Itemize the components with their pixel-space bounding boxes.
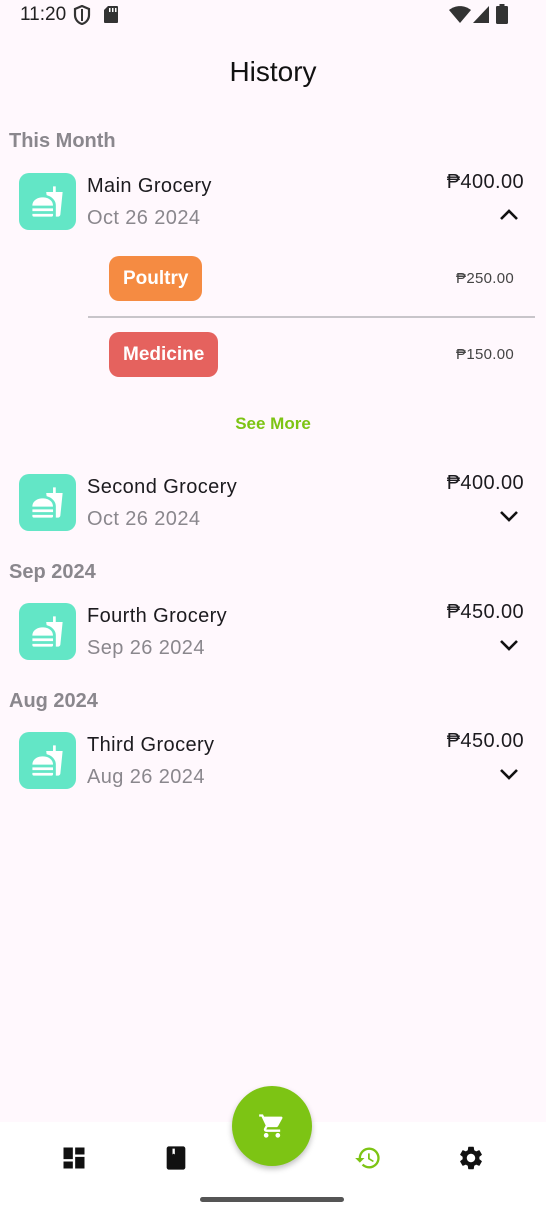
- item-price: ₱250.00: [456, 270, 514, 287]
- food-icon: [19, 173, 76, 230]
- category-chip-poultry: Poultry: [109, 256, 203, 301]
- dashboard-icon[interactable]: [60, 1144, 88, 1172]
- food-icon: [19, 474, 76, 531]
- entry-amount: ₱400.00: [446, 171, 524, 193]
- history-entry[interactable]: Second Grocery Oct 26 2024 ₱400.00: [0, 472, 546, 544]
- category-chip-medicine: Medicine: [109, 332, 219, 377]
- page-title: History: [229, 56, 317, 87]
- history-entry[interactable]: Fourth Grocery Sep 26 2024 ₱450.00: [0, 601, 546, 673]
- entry-name: Fourth Grocery: [87, 605, 228, 627]
- list-item: Medicine ₱150.00: [109, 332, 519, 378]
- entry-amount: ₱400.00: [446, 472, 524, 494]
- divider: [88, 316, 535, 318]
- wifi-icon: [449, 6, 471, 23]
- entry-amount: ₱450.00: [446, 730, 524, 752]
- entry-date: Oct 26 2024: [87, 207, 201, 229]
- shield-icon: [73, 5, 91, 25]
- item-price: ₱150.00: [456, 346, 514, 363]
- section-header-aug-2024: Aug 2024: [9, 690, 98, 712]
- entry-date: Sep 26 2024: [87, 637, 205, 659]
- entry-name: Third Grocery: [87, 734, 215, 756]
- history-screen: 11:20 History This Month Main Grocery Oc…: [0, 0, 546, 1212]
- section-header-this-month: This Month: [9, 130, 116, 152]
- entry-date: Oct 26 2024: [87, 508, 201, 530]
- sd-card-icon: [104, 6, 118, 23]
- entry-date: Aug 26 2024: [87, 766, 205, 788]
- home-indicator[interactable]: [200, 1197, 344, 1202]
- section-header-sep-2024: Sep 2024: [9, 561, 96, 583]
- cart-button[interactable]: [232, 1086, 312, 1166]
- settings-icon[interactable]: [457, 1144, 485, 1172]
- chevron-down-icon[interactable]: [498, 766, 520, 782]
- history-entry[interactable]: Third Grocery Aug 26 2024 ₱450.00: [0, 730, 546, 802]
- list-item: Poultry ₱250.00: [109, 256, 519, 302]
- entry-name: Second Grocery: [87, 476, 238, 498]
- chevron-down-icon[interactable]: [498, 508, 520, 524]
- status-time: 11:20: [20, 4, 67, 25]
- chevron-down-icon[interactable]: [498, 637, 520, 653]
- food-icon: [19, 732, 76, 789]
- history-icon[interactable]: [354, 1144, 382, 1172]
- battery-icon: [496, 4, 508, 24]
- book-icon[interactable]: [162, 1144, 190, 1172]
- signal-icon: [473, 6, 489, 23]
- food-icon: [19, 603, 76, 660]
- chevron-up-icon[interactable]: [498, 207, 520, 223]
- entry-name: Main Grocery: [87, 175, 212, 197]
- see-more-button[interactable]: See More: [0, 414, 546, 434]
- history-entry[interactable]: Main Grocery Oct 26 2024 ₱400.00: [0, 171, 546, 243]
- status-bar: 11:20: [0, 0, 546, 30]
- entry-amount: ₱450.00: [446, 601, 524, 623]
- cart-icon: [259, 1114, 283, 1138]
